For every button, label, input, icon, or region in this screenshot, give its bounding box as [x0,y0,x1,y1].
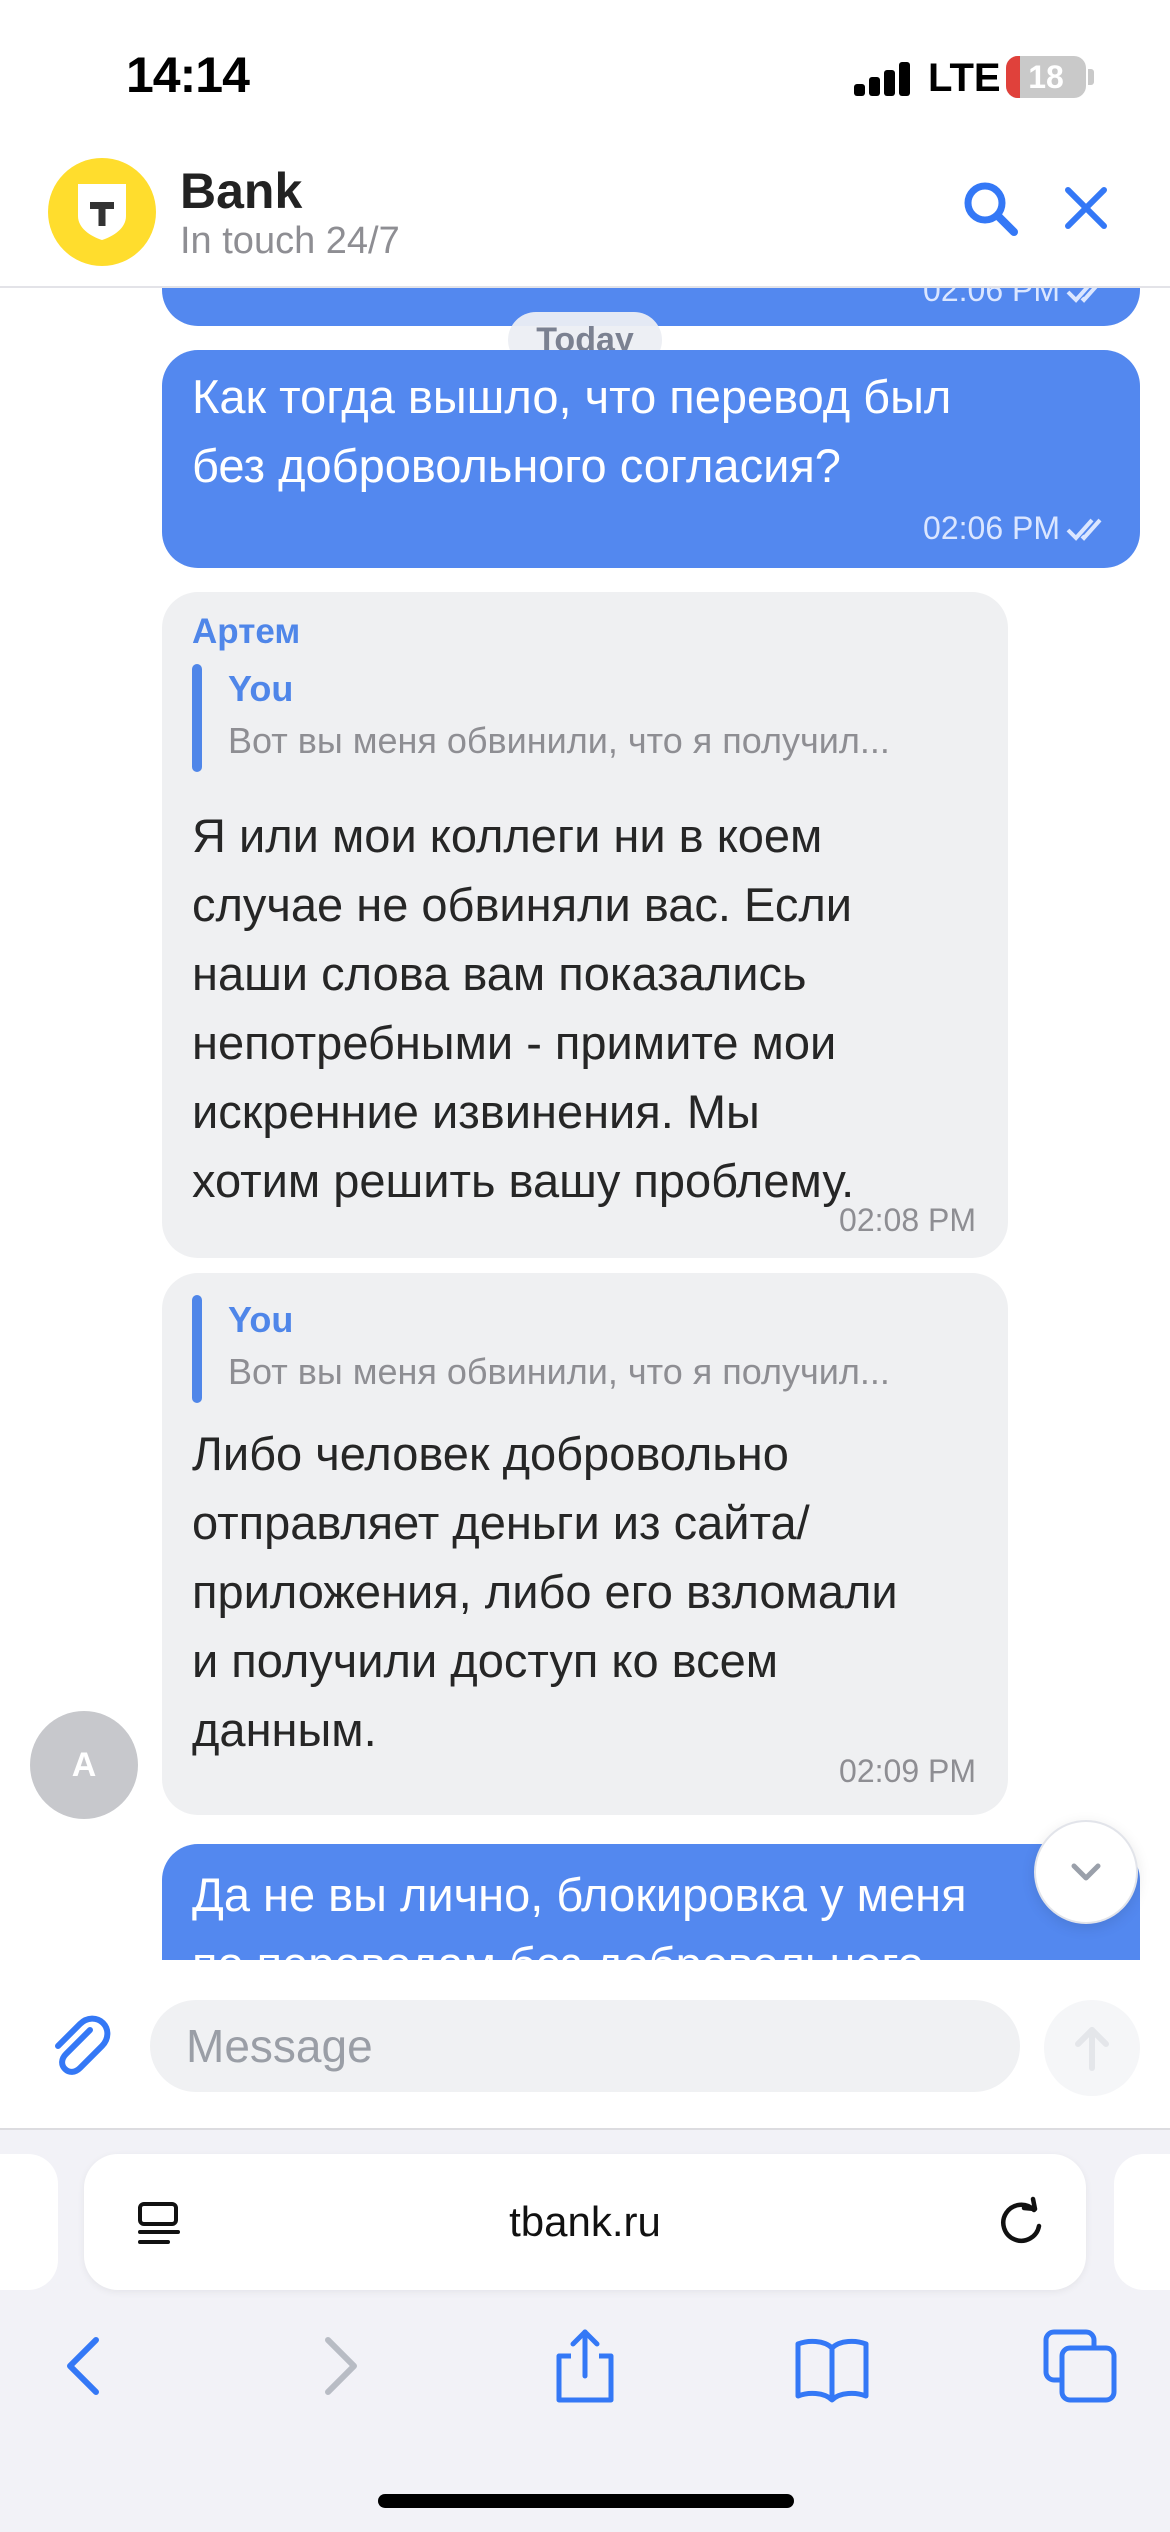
reply-quote[interactable]: You Вот вы меня обвинили, что я получил.… [192,1295,982,1403]
message-incoming[interactable]: You Вот вы меня обвинили, что я получил.… [162,1273,1008,1815]
status-bar: 14:14 LTE 18 [0,0,1170,140]
back-icon[interactable] [46,2326,126,2406]
forward-icon[interactable] [298,2326,378,2406]
scroll-to-bottom-button[interactable] [1034,1820,1138,1924]
chat-subtitle: In touch 24/7 [180,220,400,262]
close-button[interactable] [1056,178,1116,238]
message-composer [0,1960,1170,2130]
message-time: 02:06 PM [923,288,1060,308]
message-text: Как тогда вышло, что перевод был без доб… [192,370,952,492]
battery-percent: 18 [1028,59,1064,95]
status-time: 14:14 [126,47,250,103]
browser-chrome: tbank.ru [0,2128,1170,2532]
battery-icon: 18 [1006,56,1086,98]
reply-text: Вот вы меня обвинили, что я получил... [228,1351,890,1392]
message-input[interactable] [150,2000,1020,2092]
chevron-down-icon [1071,1863,1101,1881]
reply-bar [192,1295,202,1403]
reply-author: You [228,1299,294,1340]
url-text: tbank.ru [509,2198,661,2245]
page: 14:14 LTE 18 Bank In touch 24/7 02:06 PM… [0,0,1170,2532]
reply-author: You [228,668,294,709]
close-icon [1065,187,1107,229]
message-text: Да не вы лично, блокировка у меня по пер… [192,1868,967,1960]
share-icon[interactable] [545,2326,625,2406]
signal-strength-icon [854,62,912,96]
attach-button[interactable] [46,2012,112,2078]
sender-name: Артем [192,612,301,651]
send-arrow-icon [1075,2027,1109,2071]
chat-title: Bank [180,163,303,219]
battery-tip [1088,69,1094,85]
message-outgoing[interactable]: Как тогда вышло, что перевод был без доб… [162,350,1140,568]
reply-text: Вот вы меня обвинили, что я получил... [228,720,890,761]
reply-quote[interactable]: You Вот вы меня обвинили, что я получил.… [192,664,982,772]
reload-icon[interactable] [994,2196,1048,2250]
message-incoming[interactable]: Артем You Вот вы меня обвинили, что я по… [162,592,1008,1258]
home-indicator[interactable] [378,2494,794,2508]
bookmarks-icon[interactable] [792,2326,872,2406]
chat-header: Bank In touch 24/7 [0,140,1170,288]
tabs-icon[interactable] [1040,2326,1120,2406]
shield-icon [78,184,126,240]
bank-logo-icon [48,158,156,266]
message-text: Либо человек добровольно отправляет день… [192,1427,898,1756]
search-button[interactable] [958,176,1022,240]
message-text: Я или мои коллеги ни в коем случае не об… [192,809,855,1207]
message-time: 02:08 PM [839,1202,976,1238]
read-receipt-icon [1066,518,1102,541]
reply-bar [192,664,202,772]
adjacent-tab-right[interactable] [1114,2154,1170,2290]
search-icon [964,182,1018,236]
network-type: LTE [928,56,1001,100]
paperclip-icon [55,2015,111,2075]
send-button[interactable] [1044,2000,1140,2096]
message-outgoing[interactable]: Да не вы лично, блокировка у меня по пер… [162,1844,1140,1960]
read-receipt-icon [1066,288,1098,303]
message-time: 02:06 PM [923,510,1060,546]
message-time: 02:09 PM [839,1753,976,1789]
adjacent-tab-left[interactable] [0,2154,58,2290]
chat-messages[interactable]: 02:06 PM Today Как тогда вышло, что пере… [0,288,1170,1960]
agent-avatar: A [30,1711,138,1819]
address-bar[interactable]: tbank.ru [84,2154,1086,2290]
